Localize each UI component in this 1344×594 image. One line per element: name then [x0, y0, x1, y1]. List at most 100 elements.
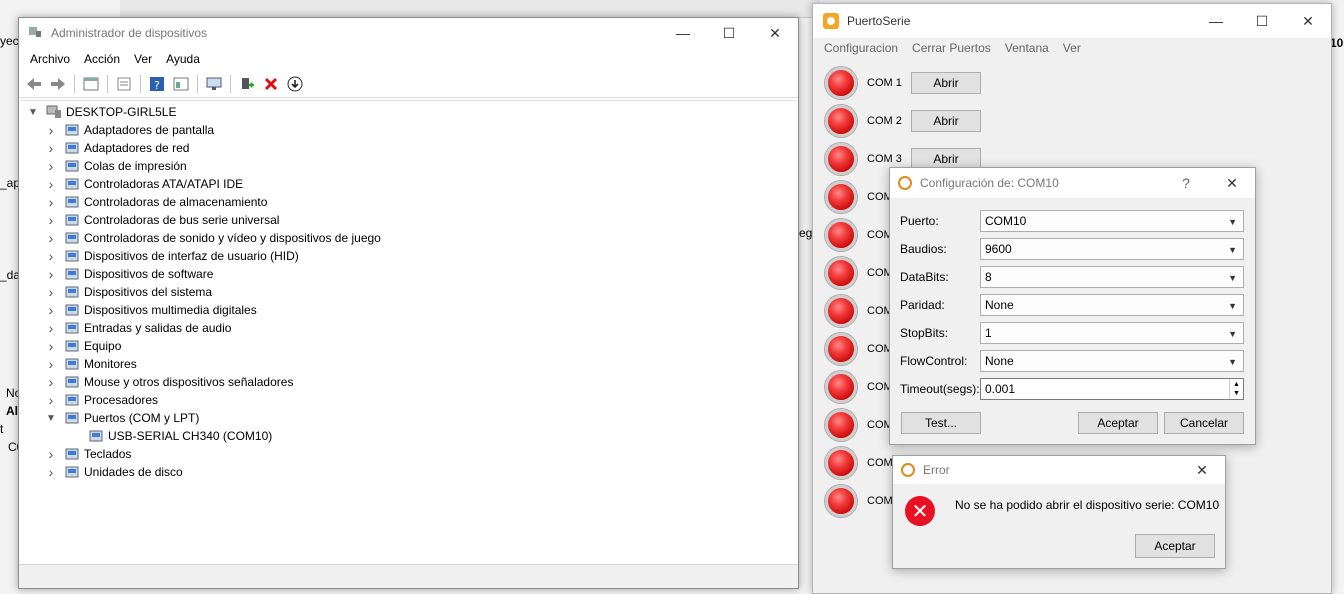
chevron-right-icon[interactable]: › — [44, 230, 58, 246]
accept-button[interactable]: Aceptar — [1078, 412, 1158, 434]
field-value: 8 — [985, 270, 992, 284]
spinner-arrows-icon[interactable]: ▲ ▼ — [1229, 379, 1243, 399]
system-device-icon — [64, 285, 80, 299]
close-button[interactable]: ✕ — [752, 18, 798, 48]
chevron-down-icon[interactable]: ▼ — [1228, 217, 1237, 227]
tree-item[interactable]: › Controladoras ATA/ATAPI IDE — [20, 175, 797, 193]
chevron-right-icon[interactable]: › — [44, 320, 58, 336]
status-led-icon — [825, 409, 857, 441]
menu-cerrar-puertos[interactable]: Cerrar Puertos — [905, 41, 998, 55]
chevron-down-icon[interactable]: ▼ — [1228, 301, 1237, 311]
tree-item[interactable]: ▼ Puertos (COM y LPT) — [20, 409, 797, 427]
maximize-button[interactable]: ☐ — [1239, 4, 1285, 38]
minimize-button[interactable]: — — [660, 18, 706, 48]
chevron-right-icon[interactable]: › — [44, 446, 58, 462]
field-combobox[interactable]: COM10 ▼ — [980, 210, 1244, 232]
chevron-right-icon[interactable]: › — [44, 248, 58, 264]
tree-item[interactable]: › Controladoras de bus serie universal — [20, 211, 797, 229]
chevron-down-icon[interactable]: ▼ — [1228, 329, 1237, 339]
tree-item[interactable]: › Teclados — [20, 445, 797, 463]
add-driver-icon[interactable] — [236, 73, 258, 95]
tree-item[interactable]: › Adaptadores de red — [20, 139, 797, 157]
minimize-button[interactable]: — — [1193, 4, 1239, 38]
properties-icon[interactable] — [80, 73, 102, 95]
chevron-right-icon[interactable]: › — [44, 158, 58, 174]
scan-hardware-icon[interactable] — [203, 73, 225, 95]
cancel-button[interactable]: Cancelar — [1164, 412, 1244, 434]
chevron-right-icon[interactable]: › — [44, 122, 58, 138]
menu-ayuda[interactable]: Ayuda — [159, 52, 207, 66]
chevron-down-icon[interactable]: ▼ — [1228, 245, 1237, 255]
tree-item[interactable]: › Controladoras de sonido y vídeo y dispo… — [20, 229, 797, 247]
tree-item[interactable]: › Dispositivos multimedia digitales — [20, 301, 797, 319]
open-port-button[interactable]: Abrir — [911, 110, 981, 132]
chevron-right-icon[interactable]: › — [44, 392, 58, 408]
tree-item[interactable]: › Equipo — [20, 337, 797, 355]
forward-icon[interactable] — [47, 73, 69, 95]
tree-item[interactable]: › Monitores — [20, 355, 797, 373]
field-combobox[interactable]: 1 ▼ — [980, 322, 1244, 344]
tree-item[interactable]: › Dispositivos de software — [20, 265, 797, 283]
update-driver-icon[interactable] — [284, 73, 306, 95]
menu-archivo[interactable]: Archivo — [23, 52, 77, 66]
chevron-right-icon[interactable]: › — [44, 374, 58, 390]
menu-ver[interactable]: Ver — [127, 52, 159, 66]
accept-button[interactable]: Aceptar — [1135, 534, 1215, 558]
chevron-right-icon[interactable]: › — [44, 356, 58, 372]
tree-root[interactable]: ▼ DESKTOP-GIRL5LE — [20, 103, 797, 121]
tree-item-label: Equipo — [84, 339, 122, 353]
chevron-down-icon[interactable]: ▼ — [1228, 273, 1237, 283]
field-label: StopBits: — [900, 326, 949, 340]
field-value: None — [985, 298, 1014, 312]
timeout-spinbox[interactable]: 0.001 ▲ ▼ — [980, 378, 1244, 400]
field-label: FlowControl: — [900, 354, 968, 368]
tree-item[interactable]: › Unidades de disco — [20, 463, 797, 481]
menu-configuracion[interactable]: Configuracion — [817, 41, 905, 55]
field-combobox[interactable]: None ▼ — [980, 350, 1244, 372]
chevron-right-icon[interactable]: › — [44, 176, 58, 192]
chevron-right-icon[interactable]: › — [44, 284, 58, 300]
chevron-right-icon[interactable]: › — [44, 302, 58, 318]
chevron-down-icon[interactable]: ▼ — [26, 107, 40, 118]
tree-item-label: Controladoras ATA/ATAPI IDE — [84, 177, 244, 191]
chevron-right-icon[interactable]: › — [44, 194, 58, 210]
chevron-down-icon[interactable]: ▼ — [1228, 357, 1237, 367]
close-button[interactable]: ✕ — [1179, 456, 1225, 484]
back-icon[interactable] — [23, 73, 45, 95]
menu-ver[interactable]: Ver — [1056, 41, 1088, 55]
tree-item[interactable]: › Dispositivos de interfaz de usuario (HI… — [20, 247, 797, 265]
maximize-button[interactable]: ☐ — [706, 18, 752, 48]
tree-item[interactable]: › Controladoras de almacenamiento — [20, 193, 797, 211]
field-label: Timeout(segs): — [900, 382, 980, 396]
tree-item[interactable]: › Colas de impresión — [20, 157, 797, 175]
chevron-right-icon[interactable]: › — [44, 266, 58, 282]
tree-item[interactable]: › Adaptadores de pantalla — [20, 121, 797, 139]
menu-accion[interactable]: Acción — [77, 52, 127, 66]
status-led-icon — [825, 295, 857, 327]
chevron-down-icon[interactable]: ▼ — [44, 413, 58, 424]
field-combobox[interactable]: 8 ▼ — [980, 266, 1244, 288]
tree-item[interactable]: › Entradas y salidas de audio — [20, 319, 797, 337]
tree-item-label: Dispositivos multimedia digitales — [84, 303, 257, 317]
uninstall-icon[interactable] — [260, 73, 282, 95]
list-view-icon[interactable] — [113, 73, 135, 95]
tree-item[interactable]: USB-SERIAL CH340 (COM10) — [20, 427, 797, 445]
tree-item[interactable]: › Mouse y otros dispositivos señaladores — [20, 373, 797, 391]
tree-item[interactable]: › Dispositivos del sistema — [20, 283, 797, 301]
field-combobox[interactable]: 9600 ▼ — [980, 238, 1244, 260]
chevron-right-icon[interactable]: › — [44, 464, 58, 480]
field-combobox[interactable]: None ▼ — [980, 294, 1244, 316]
chevron-right-icon[interactable]: › — [44, 140, 58, 156]
tree-item[interactable]: › Procesadores — [20, 391, 797, 409]
test-button[interactable]: Test... — [901, 412, 981, 434]
chevron-right-icon[interactable]: › — [44, 212, 58, 228]
help-icon[interactable]: ? — [146, 73, 168, 95]
open-port-button[interactable]: Abrir — [911, 72, 981, 94]
view-icon[interactable] — [170, 73, 192, 95]
tree-item-label: Unidades de disco — [84, 465, 183, 479]
menu-ventana[interactable]: Ventana — [998, 41, 1056, 55]
close-button[interactable]: ✕ — [1285, 4, 1331, 38]
help-button[interactable]: ? — [1163, 168, 1209, 198]
chevron-right-icon[interactable]: › — [44, 338, 58, 354]
close-button[interactable]: ✕ — [1209, 168, 1255, 198]
